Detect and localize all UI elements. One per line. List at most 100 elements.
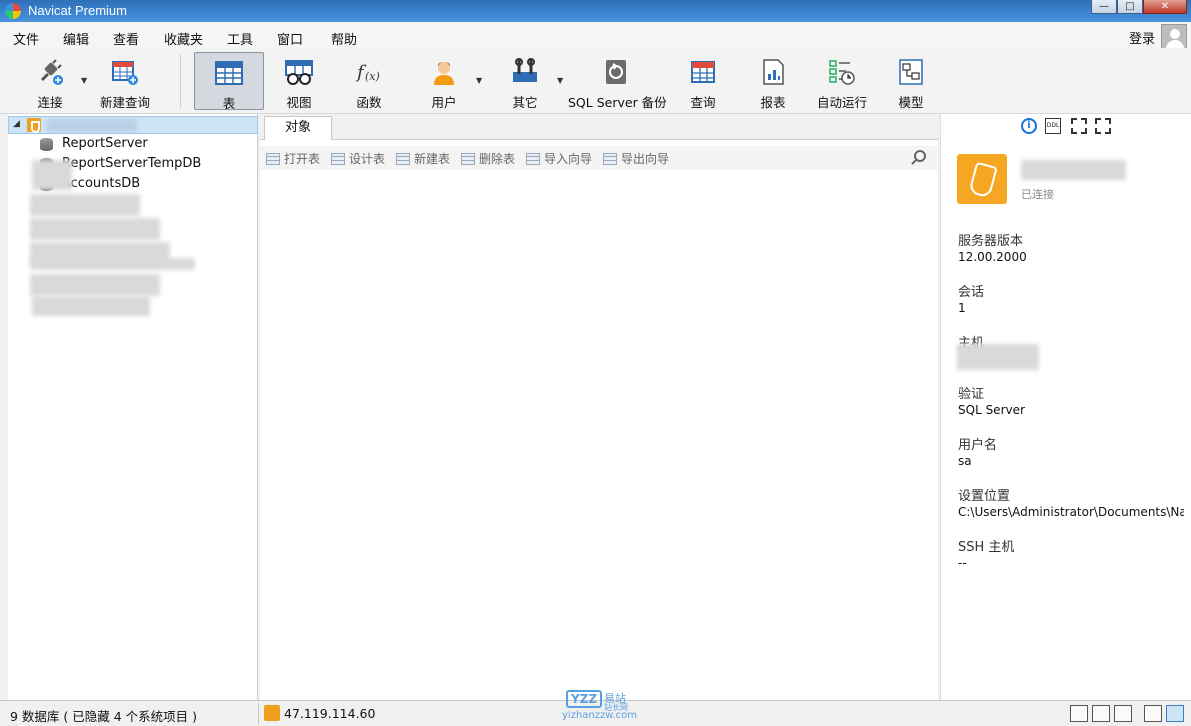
model-label: 模型: [898, 95, 924, 110]
export-wizard-button[interactable]: 导出向导: [603, 150, 669, 167]
automation-button[interactable]: 自动运行: [812, 52, 872, 110]
view-button[interactable]: 视图: [272, 52, 326, 110]
new-query-label: 新建查询: [99, 95, 150, 110]
other-button[interactable]: 其它: [498, 52, 552, 110]
model-button[interactable]: 模型: [884, 52, 938, 110]
ddl-icon[interactable]: DDL: [1045, 118, 1061, 134]
query-icon: [691, 61, 715, 83]
object-action-bar: 打开表 设计表 新建表 删除表 导入向导 导出向导: [260, 146, 938, 170]
open-table-button[interactable]: 打开表: [266, 150, 320, 167]
menu-view[interactable]: 查看: [113, 29, 139, 48]
connection-ip: 47.119.114.60: [284, 706, 376, 721]
field-label: 服务器版本: [958, 234, 1024, 249]
menu-help[interactable]: 帮助: [331, 29, 357, 48]
minimize-button[interactable]: —: [1091, 0, 1117, 14]
tab-objects[interactable]: 对象: [264, 116, 332, 140]
report-icon: [763, 59, 784, 85]
redacted-area: [32, 296, 150, 316]
menu-edit[interactable]: 编辑: [63, 29, 89, 48]
export-wizard-label: 导出向导: [621, 152, 670, 166]
other-label: 其它: [512, 95, 538, 110]
database-label: ReportServerTempDB: [62, 156, 202, 171]
backup-label: SQL Server 备份: [568, 95, 667, 110]
tools-icon: [513, 58, 537, 82]
report-button[interactable]: 报表: [746, 52, 800, 110]
info-icon[interactable]: i: [1021, 118, 1037, 134]
automation-icon: [829, 60, 855, 85]
svg-text:(x): (x): [365, 70, 380, 83]
plug-icon: [40, 59, 63, 85]
import-wizard-icon: [526, 153, 540, 165]
database-label: ReportServer: [62, 136, 148, 151]
grid-view-icon[interactable]: [1070, 705, 1088, 722]
dependency-icon[interactable]: [1071, 118, 1087, 134]
user-dropdown-icon[interactable]: ▼: [476, 76, 482, 85]
other-dropdown-icon[interactable]: ▼: [557, 76, 563, 85]
user-label: 用户: [431, 95, 457, 110]
new-query-icon: [112, 61, 138, 85]
view-icon: [285, 60, 313, 85]
menu-file[interactable]: 文件: [13, 29, 39, 48]
table-button[interactable]: 表: [194, 52, 264, 111]
backup-icon: [606, 60, 626, 84]
sql-server-backup-button[interactable]: SQL Server 备份: [568, 52, 667, 110]
watermark-logo-text: YZZ: [566, 690, 602, 708]
tab-strip: 对象: [260, 114, 938, 140]
menu-window[interactable]: 窗口: [277, 29, 303, 48]
import-wizard-label: 导入向导: [544, 152, 593, 166]
redacted-host: [957, 344, 1039, 370]
toggle-info-pane-icon[interactable]: [1166, 705, 1184, 722]
import-wizard-button[interactable]: 导入向导: [526, 150, 592, 167]
info-panel: i DDL 已连接 服务器版本 12.00.2000 会话 1 主机 验证 SQ…: [940, 114, 1191, 700]
redacted-area: [30, 258, 195, 270]
design-table-button[interactable]: 设计表: [331, 150, 385, 167]
table-icon: [215, 61, 243, 85]
field-value: 12.00.2000: [958, 250, 1027, 264]
menu-favorites[interactable]: 收藏夹: [164, 29, 203, 48]
connect-label: 连接: [37, 95, 63, 110]
query-label: 查询: [690, 95, 716, 110]
view-label: 视图: [286, 95, 312, 110]
user-avatar-icon[interactable]: [1161, 24, 1187, 50]
login-link[interactable]: 登录: [1129, 28, 1155, 47]
connect-dropdown-icon[interactable]: ▼: [81, 76, 87, 85]
new-table-button[interactable]: 新建表: [396, 150, 450, 167]
connection-tree: ◢ ReportServer ReportServerTempDB Accoun…: [8, 114, 258, 700]
field-label: 设置位置: [958, 489, 1011, 504]
delete-table-button[interactable]: 删除表: [461, 150, 515, 167]
new-query-button[interactable]: 新建查询: [96, 52, 154, 110]
design-table-label: 设计表: [349, 152, 386, 166]
field-label: SSH 主机: [958, 540, 1015, 555]
model-icon: [899, 59, 923, 85]
maximize-button[interactable]: □: [1117, 0, 1143, 14]
menu-tools[interactable]: 工具: [227, 29, 253, 48]
window-title: Navicat Premium: [28, 3, 127, 18]
toggle-nav-pane-icon[interactable]: [1144, 705, 1162, 722]
navicat-logo-icon: [5, 3, 21, 19]
search-icon[interactable]: [914, 150, 926, 162]
redacted-area: [30, 274, 160, 296]
sql-server-icon: [957, 154, 1007, 204]
field-value: sa: [958, 454, 972, 468]
collapse-triangle-icon[interactable]: ◢: [13, 119, 20, 129]
function-button[interactable]: f (x) 函数: [342, 52, 396, 110]
user-icon: [434, 62, 454, 85]
query-button[interactable]: 查询: [676, 52, 730, 110]
close-button[interactable]: ✕: [1143, 0, 1187, 14]
user-button[interactable]: 用户: [416, 52, 472, 110]
status-divider: [258, 703, 259, 725]
connection-icon: [264, 705, 280, 721]
tree-connection-node[interactable]: ◢: [8, 116, 258, 134]
toolbar-divider: [180, 54, 181, 108]
export-wizard-icon: [603, 153, 617, 165]
redacted-connection-name: [1021, 160, 1126, 180]
list-view-icon[interactable]: [1092, 705, 1110, 722]
automation-label: 自动运行: [816, 95, 867, 110]
connect-button[interactable]: 连接: [22, 52, 78, 110]
detail-view-icon[interactable]: [1114, 705, 1132, 722]
function-icon: f (x): [355, 62, 380, 83]
field-value: C:\Users\Administrator\Documents\Na: [958, 505, 1184, 519]
relation-icon[interactable]: [1095, 118, 1111, 134]
menu-bar: 文件 编辑 查看 收藏夹 工具 窗口 帮助 登录: [0, 22, 1191, 48]
window-controls: — □ ✕: [1091, 0, 1187, 14]
